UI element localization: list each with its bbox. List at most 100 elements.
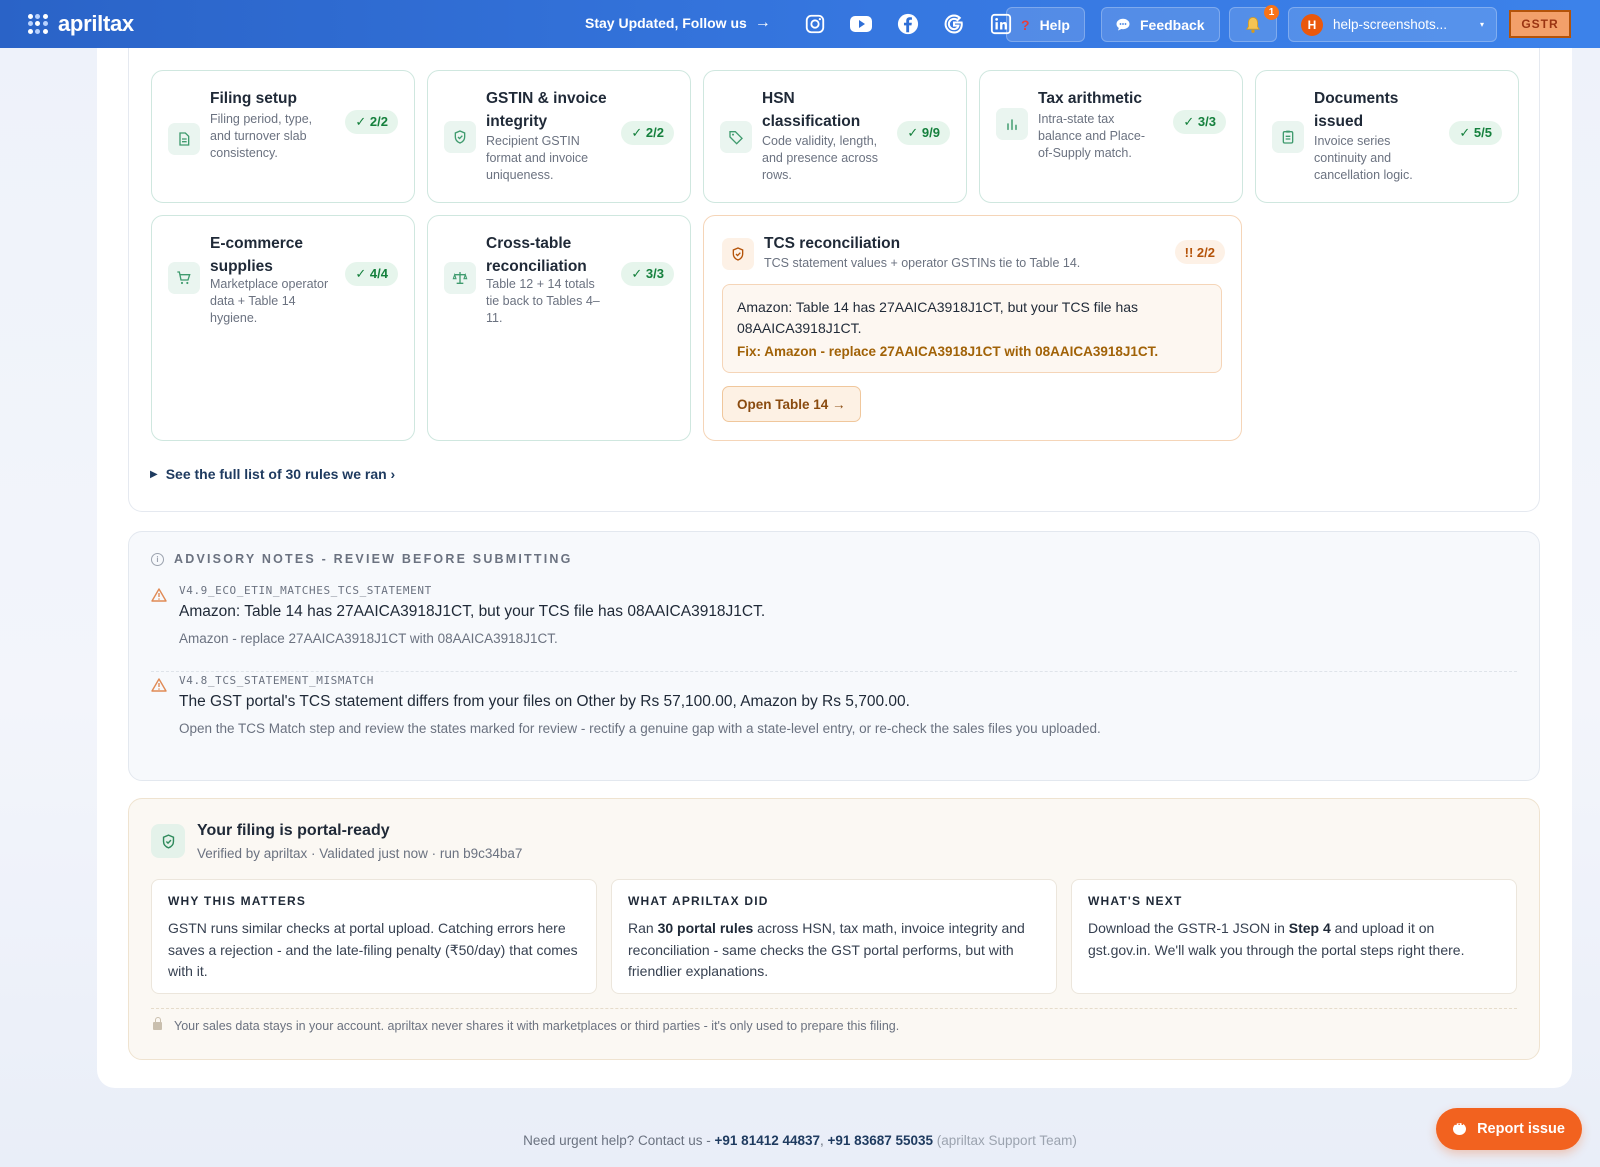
instagram-icon[interactable] (803, 12, 827, 36)
privacy-text: Your sales data stays in your account. a… (174, 1019, 900, 1033)
chat-bubble-icon (1453, 1117, 1467, 1135)
avatar: H (1301, 13, 1323, 36)
info-text: Ran 30 portal rules across HSN, tax math… (628, 920, 1025, 979)
whats-next-box: WHAT'S NEXT Download the GSTR-1 JSON in … (1071, 879, 1517, 994)
pass-badge: ✓ 3/3 (1173, 110, 1226, 134)
google-icon[interactable] (942, 12, 966, 36)
account-label: help-screenshots... (1333, 17, 1448, 32)
logo-grid-icon (28, 14, 48, 34)
rule-card-filing-setup[interactable]: Filing setup Filing period, type, and tu… (151, 70, 415, 203)
notification-count-badge: 1 (1264, 5, 1279, 20)
tag-icon (720, 121, 752, 153)
rule-card-title: TCS reconciliation (764, 235, 901, 252)
rule-card-desc: Recipient GSTIN format and invoice uniqu… (486, 134, 589, 182)
support-phone-2[interactable]: +91 83687 55035 (828, 1133, 933, 1148)
tcs-fix-text: Fix: Amazon - replace 27AAICA3918J1CT wi… (737, 344, 1159, 359)
privacy-note: Your sales data stays in your account. a… (153, 1017, 900, 1033)
scale-icon (444, 262, 476, 294)
rule-card-cross-table[interactable]: Cross-table reconciliation Table 12 + 14… (427, 215, 691, 441)
account-menu-button[interactable]: H help-screenshots... ▾ (1288, 7, 1497, 42)
advisory-code: V4.9_ECO_ETIN_MATCHES_TCS_STATEMENT (179, 584, 432, 597)
rule-card-title: HSN classification (762, 90, 861, 130)
help-label: Help (1039, 16, 1070, 33)
arrow-right-icon: → (754, 14, 771, 31)
rule-card-title: Filing setup (210, 90, 297, 107)
tcs-issue-box: Amazon: Table 14 has 27AAICA3918J1CT, bu… (722, 284, 1222, 373)
info-heading: WHAT'S NEXT (1088, 894, 1183, 908)
document-icon (168, 123, 200, 155)
info-text: Download the GSTR-1 JSON in Step 4 and u… (1088, 920, 1465, 958)
report-issue-label: Report issue (1477, 1121, 1565, 1137)
rule-card-tcs-reconciliation[interactable]: TCS reconciliation TCS statement values … (703, 215, 1242, 441)
rule-card-desc: Intra-state tax balance and Place-of-Sup… (1038, 112, 1146, 160)
facebook-icon[interactable] (896, 12, 920, 36)
see-all-rules-toggle[interactable]: ▶ See the full list of 30 rules we ran › (150, 466, 395, 482)
rule-card-desc: TCS statement values + operator GSTINs t… (764, 256, 1081, 270)
ready-title: Your filing is portal-ready (197, 822, 390, 839)
rule-card-title: GSTIN & invoice integrity (486, 90, 607, 130)
follow-us-link[interactable]: Stay Updated, Follow us → (585, 14, 771, 32)
rule-card-title: Documents issued (1314, 90, 1399, 130)
help-button[interactable]: ? Help (1006, 7, 1085, 42)
advisory-heading: i ADVISORY NOTES - REVIEW BEFORE SUBMITT… (151, 552, 573, 566)
pass-badge: ✓ 2/2 (621, 121, 674, 145)
support-phone-1[interactable]: +91 81412 44837 (715, 1133, 820, 1148)
bar-chart-icon (996, 108, 1028, 140)
advisory-message: Amazon: Table 14 has 27AAICA3918J1CT, bu… (179, 603, 766, 620)
rule-card-title: Tax arithmetic (1038, 90, 1142, 107)
rule-card-ecommerce[interactable]: E-commerce supplies Marketplace operator… (151, 215, 415, 441)
open-table-14-button[interactable]: Open Table 14 → (722, 386, 861, 422)
rule-card-tax-arithmetic[interactable]: Tax arithmetic Intra-state tax balance a… (979, 70, 1243, 203)
shield-icon (444, 121, 476, 153)
feedback-button[interactable]: Feedback (1101, 7, 1220, 42)
rule-card-desc: Marketplace operator data + Table 14 hyg… (210, 277, 329, 325)
advisory-message: The GST portal's TCS statement differs f… (179, 693, 910, 710)
feedback-label: Feedback (1140, 16, 1205, 33)
info-icon: i (151, 552, 164, 566)
brand-name: apriltax (58, 11, 134, 36)
follow-label: Stay Updated, Follow us (585, 15, 747, 31)
rule-card-gstin-invoice[interactable]: GSTIN & invoice integrity Recipient GSTI… (427, 70, 691, 203)
gstr-button[interactable]: GSTR (1509, 10, 1571, 38)
advisory-notes-card: i ADVISORY NOTES - REVIEW BEFORE SUBMITT… (128, 531, 1540, 781)
tcs-issue-message: Amazon: Table 14 has 27AAICA3918J1CT, bu… (737, 299, 1139, 336)
top-navbar: apriltax Stay Updated, Follow us → ? Hel… (0, 0, 1600, 48)
rule-card-desc: Filing period, type, and turnover slab c… (210, 112, 313, 160)
chat-bubble-icon (1116, 18, 1130, 31)
shield-check-icon (722, 238, 754, 270)
why-this-matters-box: WHY THIS MATTERS GSTN runs similar check… (151, 879, 597, 994)
support-footer: Need urgent help? Contact us - +91 81412… (523, 1133, 1077, 1148)
rule-card-title: E-commerce supplies (210, 235, 304, 275)
youtube-icon[interactable] (849, 12, 873, 36)
rule-card-desc: Code validity, length, and presence acro… (762, 134, 879, 182)
see-all-label: See the full list of 30 rules we ran › (165, 466, 396, 482)
report-issue-button[interactable]: Report issue (1436, 1108, 1582, 1150)
advisory-heading-label: ADVISORY NOTES - REVIEW BEFORE SUBMITTIN… (174, 552, 573, 566)
advisory-subtext: Amazon - replace 27AAICA3918J1CT with 08… (179, 631, 558, 646)
caret-right-icon: ▶ (150, 468, 158, 480)
rule-card-desc: Invoice series continuity and cancellati… (1314, 134, 1413, 182)
warning-badge: !! 2/2 (1174, 240, 1225, 264)
cart-icon (168, 262, 200, 294)
rule-card-documents-issued[interactable]: Documents issued Invoice series continui… (1255, 70, 1519, 203)
warning-triangle-icon (151, 588, 167, 607)
rule-card-hsn[interactable]: HSN classification Code validity, length… (703, 70, 967, 203)
divider (151, 1008, 1517, 1009)
divider (151, 671, 1517, 672)
chevron-down-icon: ▾ (1479, 20, 1484, 29)
pass-badge: ✓ 2/2 (345, 110, 398, 134)
rule-card-desc: Table 12 + 14 totals tie back to Tables … (486, 277, 600, 325)
clipboard-icon (1272, 121, 1304, 153)
what-apriltax-did-box: WHAT APRILTAX DID Ran 30 portal rules ac… (611, 879, 1057, 994)
pass-badge: ✓ 4/4 (345, 262, 398, 286)
pass-badge: ✓ 9/9 (897, 121, 950, 145)
advisory-code: V4.8_TCS_STATEMENT_MISMATCH (179, 674, 375, 687)
info-heading: WHAT APRILTAX DID (628, 894, 769, 908)
shield-check-icon (151, 824, 185, 858)
help-icon: ? (1021, 16, 1030, 33)
pass-badge: ✓ 5/5 (1449, 121, 1502, 145)
brand-logo[interactable]: apriltax (28, 11, 134, 37)
portal-ready-card: Your filing is portal-ready Verified by … (128, 798, 1540, 1060)
notifications-button[interactable]: 1 (1229, 5, 1279, 42)
pass-badge: ✓ 3/3 (621, 262, 674, 286)
